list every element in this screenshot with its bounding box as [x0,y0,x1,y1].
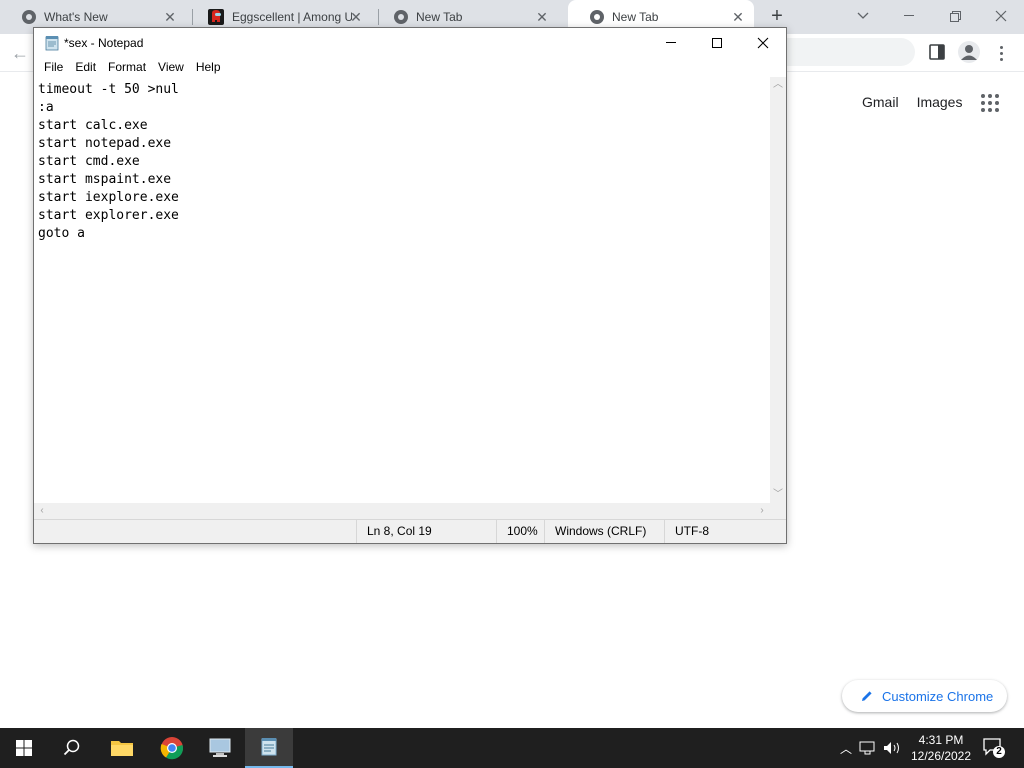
tab-title: Eggscellent | Among U [232,10,352,24]
line-ending: Windows (CRLF) [544,520,664,543]
scroll-up-icon[interactable]: ︿ [770,77,786,93]
windows-start-button[interactable] [0,728,48,768]
search-icon [63,739,80,756]
resize-grip-icon[interactable] [770,503,786,519]
side-panel-icon[interactable] [929,44,945,60]
ntp-header-links: Gmail Images [862,94,962,110]
volume-icon[interactable] [882,740,904,756]
menu-help[interactable]: Help [190,60,227,74]
menu-format[interactable]: Format [102,60,152,74]
notepad-minimize-button[interactable] [648,28,694,57]
notepad-close-button[interactable] [740,28,786,57]
tab-title: New Tab [612,10,659,24]
kebab-menu-icon[interactable] [996,44,1008,62]
notepad-window: *sex - Notepad File Edit Format View Hel… [33,27,787,544]
zoom-level: 100% [496,520,544,543]
encoding: UTF-8 [664,520,786,543]
menu-file[interactable]: File [38,60,69,74]
cursor-position: Ln 8, Col 19 [356,520,496,543]
minimize-button[interactable] [886,2,932,30]
vertical-scrollbar[interactable]: ︿ ﹀ [770,77,786,503]
notepad-taskbar-button[interactable] [245,728,293,768]
chrome-taskbar-button[interactable] [148,728,196,768]
notepad-status-bar: Ln 8, Col 19 100% Windows (CRLF) UTF-8 [34,519,786,543]
close-icon[interactable]: ✕ [348,9,364,25]
clock[interactable]: 4:31 PM 12/26/2022 [908,732,974,764]
file-explorer-button[interactable] [98,728,146,768]
notepad-menu-bar: File Edit Format View Help [34,57,786,77]
scroll-down-icon[interactable]: ﹀ [770,487,786,503]
pencil-icon [862,691,872,701]
among-us-icon [208,9,224,25]
restore-button[interactable] [932,2,978,30]
clock-date: 12/26/2022 [910,749,972,763]
tab-title: New Tab [416,10,463,24]
horizontal-scrollbar[interactable]: ‹ › [34,503,770,519]
chrome-icon [394,10,408,24]
menu-edit[interactable]: Edit [69,60,102,74]
tab-title: What's New [44,10,108,24]
customize-chrome-button[interactable]: Customize Chrome [842,680,1007,712]
menu-view[interactable]: View [152,60,190,74]
chrome-icon [590,10,604,24]
notepad-title: *sex - Notepad [64,36,144,50]
new-tab-button[interactable]: + [766,6,788,28]
images-link[interactable]: Images [917,94,963,110]
close-icon[interactable]: ✕ [534,9,550,25]
control-panel-taskbar-button[interactable] [196,728,244,768]
scroll-right-icon[interactable]: › [754,503,770,519]
windows-logo-icon [16,740,32,756]
folder-icon [111,741,133,756]
clock-time: 4:31 PM [918,733,964,747]
notepad-title-bar[interactable]: *sex - Notepad [34,28,786,57]
chrome-icon [22,10,36,24]
computer-icon [209,738,231,757]
network-icon[interactable] [858,740,878,756]
action-center-button[interactable]: 2 [982,736,1006,760]
chevron-down-icon[interactable] [840,2,886,30]
notification-count: 2 [996,746,1002,757]
search-button[interactable] [48,728,96,768]
notepad-maximize-button[interactable] [694,28,740,57]
scroll-left-icon[interactable]: ‹ [34,503,50,519]
taskbar: ︿ 4:31 PM 12/26/2022 2 [0,728,1024,768]
notepad-text-area[interactable]: timeout -t 50 >nul :a start calc.exe sta… [34,77,770,503]
chevron-up-icon[interactable]: ︿ [836,740,856,757]
customize-chrome-label: Customize Chrome [882,688,994,704]
gmail-link[interactable]: Gmail [862,94,899,110]
notepad-icon [261,738,277,756]
close-icon[interactable]: ✕ [162,9,178,25]
system-tray: ︿ [836,728,904,768]
profile-avatar-icon[interactable] [958,41,980,63]
back-arrow-icon[interactable]: ← [8,42,32,66]
notepad-icon [45,36,59,51]
close-window-button[interactable] [978,2,1024,30]
chrome-icon [160,737,184,760]
close-icon[interactable]: ✕ [730,9,746,25]
google-apps-icon[interactable] [981,94,999,112]
